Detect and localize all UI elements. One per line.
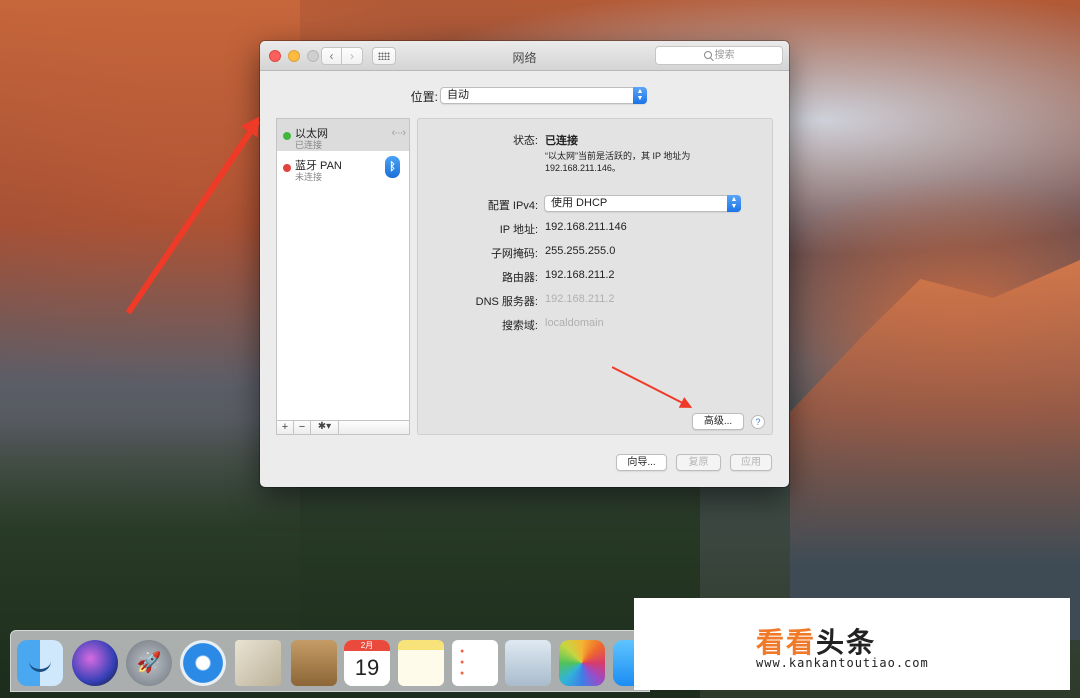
contacts-book-icon[interactable]	[291, 640, 337, 686]
router-value: 192.168.211.2	[545, 269, 615, 281]
watermark-title: 看看头条	[756, 621, 876, 661]
apply-button[interactable]: 应用	[730, 454, 772, 471]
service-status: 已连接	[295, 140, 323, 150]
status-value: 已连接	[545, 135, 578, 147]
add-service-button[interactable]: +	[277, 421, 294, 434]
photos-icon[interactable]	[559, 640, 605, 686]
launchpad-rocket-icon[interactable]: 🚀	[126, 640, 172, 686]
router-label: 路由器:	[501, 272, 538, 284]
wallpaper-peak	[790, 260, 1080, 640]
watermark: 看看头条 www.kankantoutiao.com	[634, 598, 1070, 690]
calendar-icon[interactable]: 2月 19	[344, 640, 390, 686]
assist-me-button[interactable]: 向导...	[616, 454, 667, 471]
ipv4-label: 配置 IPv4:	[487, 200, 538, 212]
service-detail-panel: 状态: 已连接 “以太网”当前是活跃的，其 IP 地址为 192.168.211…	[417, 118, 773, 435]
network-preferences-window: ‹ › 网络 搜索 位置: 自动 ▲ ▼ 以太网 已连接 ‹···› 蓝牙 PAN…	[260, 41, 789, 487]
safari-compass-icon[interactable]	[180, 640, 226, 686]
bluetooth-icon: ᛒ	[385, 156, 400, 178]
service-list-toolbar: + − ✱▾	[276, 420, 410, 435]
ip-address-value: 192.168.211.146	[545, 221, 627, 233]
ethernet-arrows-icon: ‹···›	[391, 127, 406, 139]
title-bar: ‹ › 网络 搜索	[260, 41, 789, 71]
dock: 🚀 2月 19	[10, 630, 650, 692]
popup-stepper-icon: ▲ ▼	[633, 87, 647, 104]
remove-service-button[interactable]: −	[294, 421, 311, 434]
search-icon	[703, 51, 712, 59]
preview-icon[interactable]	[505, 640, 551, 686]
watermark-title-orange: 看看	[756, 626, 817, 659]
location-popup[interactable]: 自动 ▲ ▼	[440, 87, 647, 104]
action-gear-button[interactable]: ✱▾	[311, 421, 339, 434]
help-button[interactable]: ?	[751, 415, 765, 429]
location-label: 位置:	[410, 90, 438, 104]
service-item-ethernet[interactable]: 以太网 已连接 ‹···›	[277, 119, 409, 151]
notes-icon[interactable]	[398, 640, 444, 686]
watermark-url: www.kankantoutiao.com	[756, 656, 929, 670]
revert-button[interactable]: 复原	[676, 454, 721, 471]
mail-stamp-icon[interactable]	[235, 640, 281, 686]
finder-icon[interactable]	[17, 640, 63, 686]
search-domain-label: 搜索域:	[501, 320, 538, 332]
search-placeholder: 搜索	[714, 50, 735, 61]
configure-ipv4-popup[interactable]: 使用 DHCP ▲ ▼	[544, 195, 741, 212]
location-value: 自动	[447, 89, 469, 101]
watermark-title-black: 头条	[816, 626, 877, 659]
status-dot-red-icon	[283, 164, 291, 172]
dns-server-label: DNS 服务器:	[475, 296, 538, 308]
subnet-mask-value: 255.255.255.0	[545, 245, 616, 257]
siri-icon[interactable]	[72, 640, 118, 686]
service-item-bluetooth-pan[interactable]: 蓝牙 PAN 未连接 ᛒ	[277, 151, 409, 183]
ip-address-label: IP 地址:	[499, 224, 538, 236]
popup-stepper-icon: ▲ ▼	[727, 195, 741, 212]
calendar-month: 2月	[344, 640, 390, 651]
subnet-mask-label: 子网掩码:	[490, 248, 538, 260]
calendar-day: 19	[354, 655, 380, 680]
status-description: “以太网”当前是活跃的，其 IP 地址为 192.168.211.146。	[545, 151, 691, 173]
dns-server-value: 192.168.211.2	[545, 293, 615, 305]
search-domain-value: localdomain	[545, 317, 604, 329]
status-dot-green-icon	[283, 132, 291, 140]
reminders-icon[interactable]	[452, 640, 498, 686]
advanced-button[interactable]: 高级...	[692, 413, 744, 430]
service-list: 以太网 已连接 ‹···› 蓝牙 PAN 未连接 ᛒ	[276, 118, 410, 435]
search-field[interactable]: 搜索	[655, 46, 783, 65]
ipv4-value: 使用 DHCP	[551, 197, 608, 209]
status-label: 状态:	[512, 135, 538, 147]
service-status: 未连接	[295, 172, 323, 182]
